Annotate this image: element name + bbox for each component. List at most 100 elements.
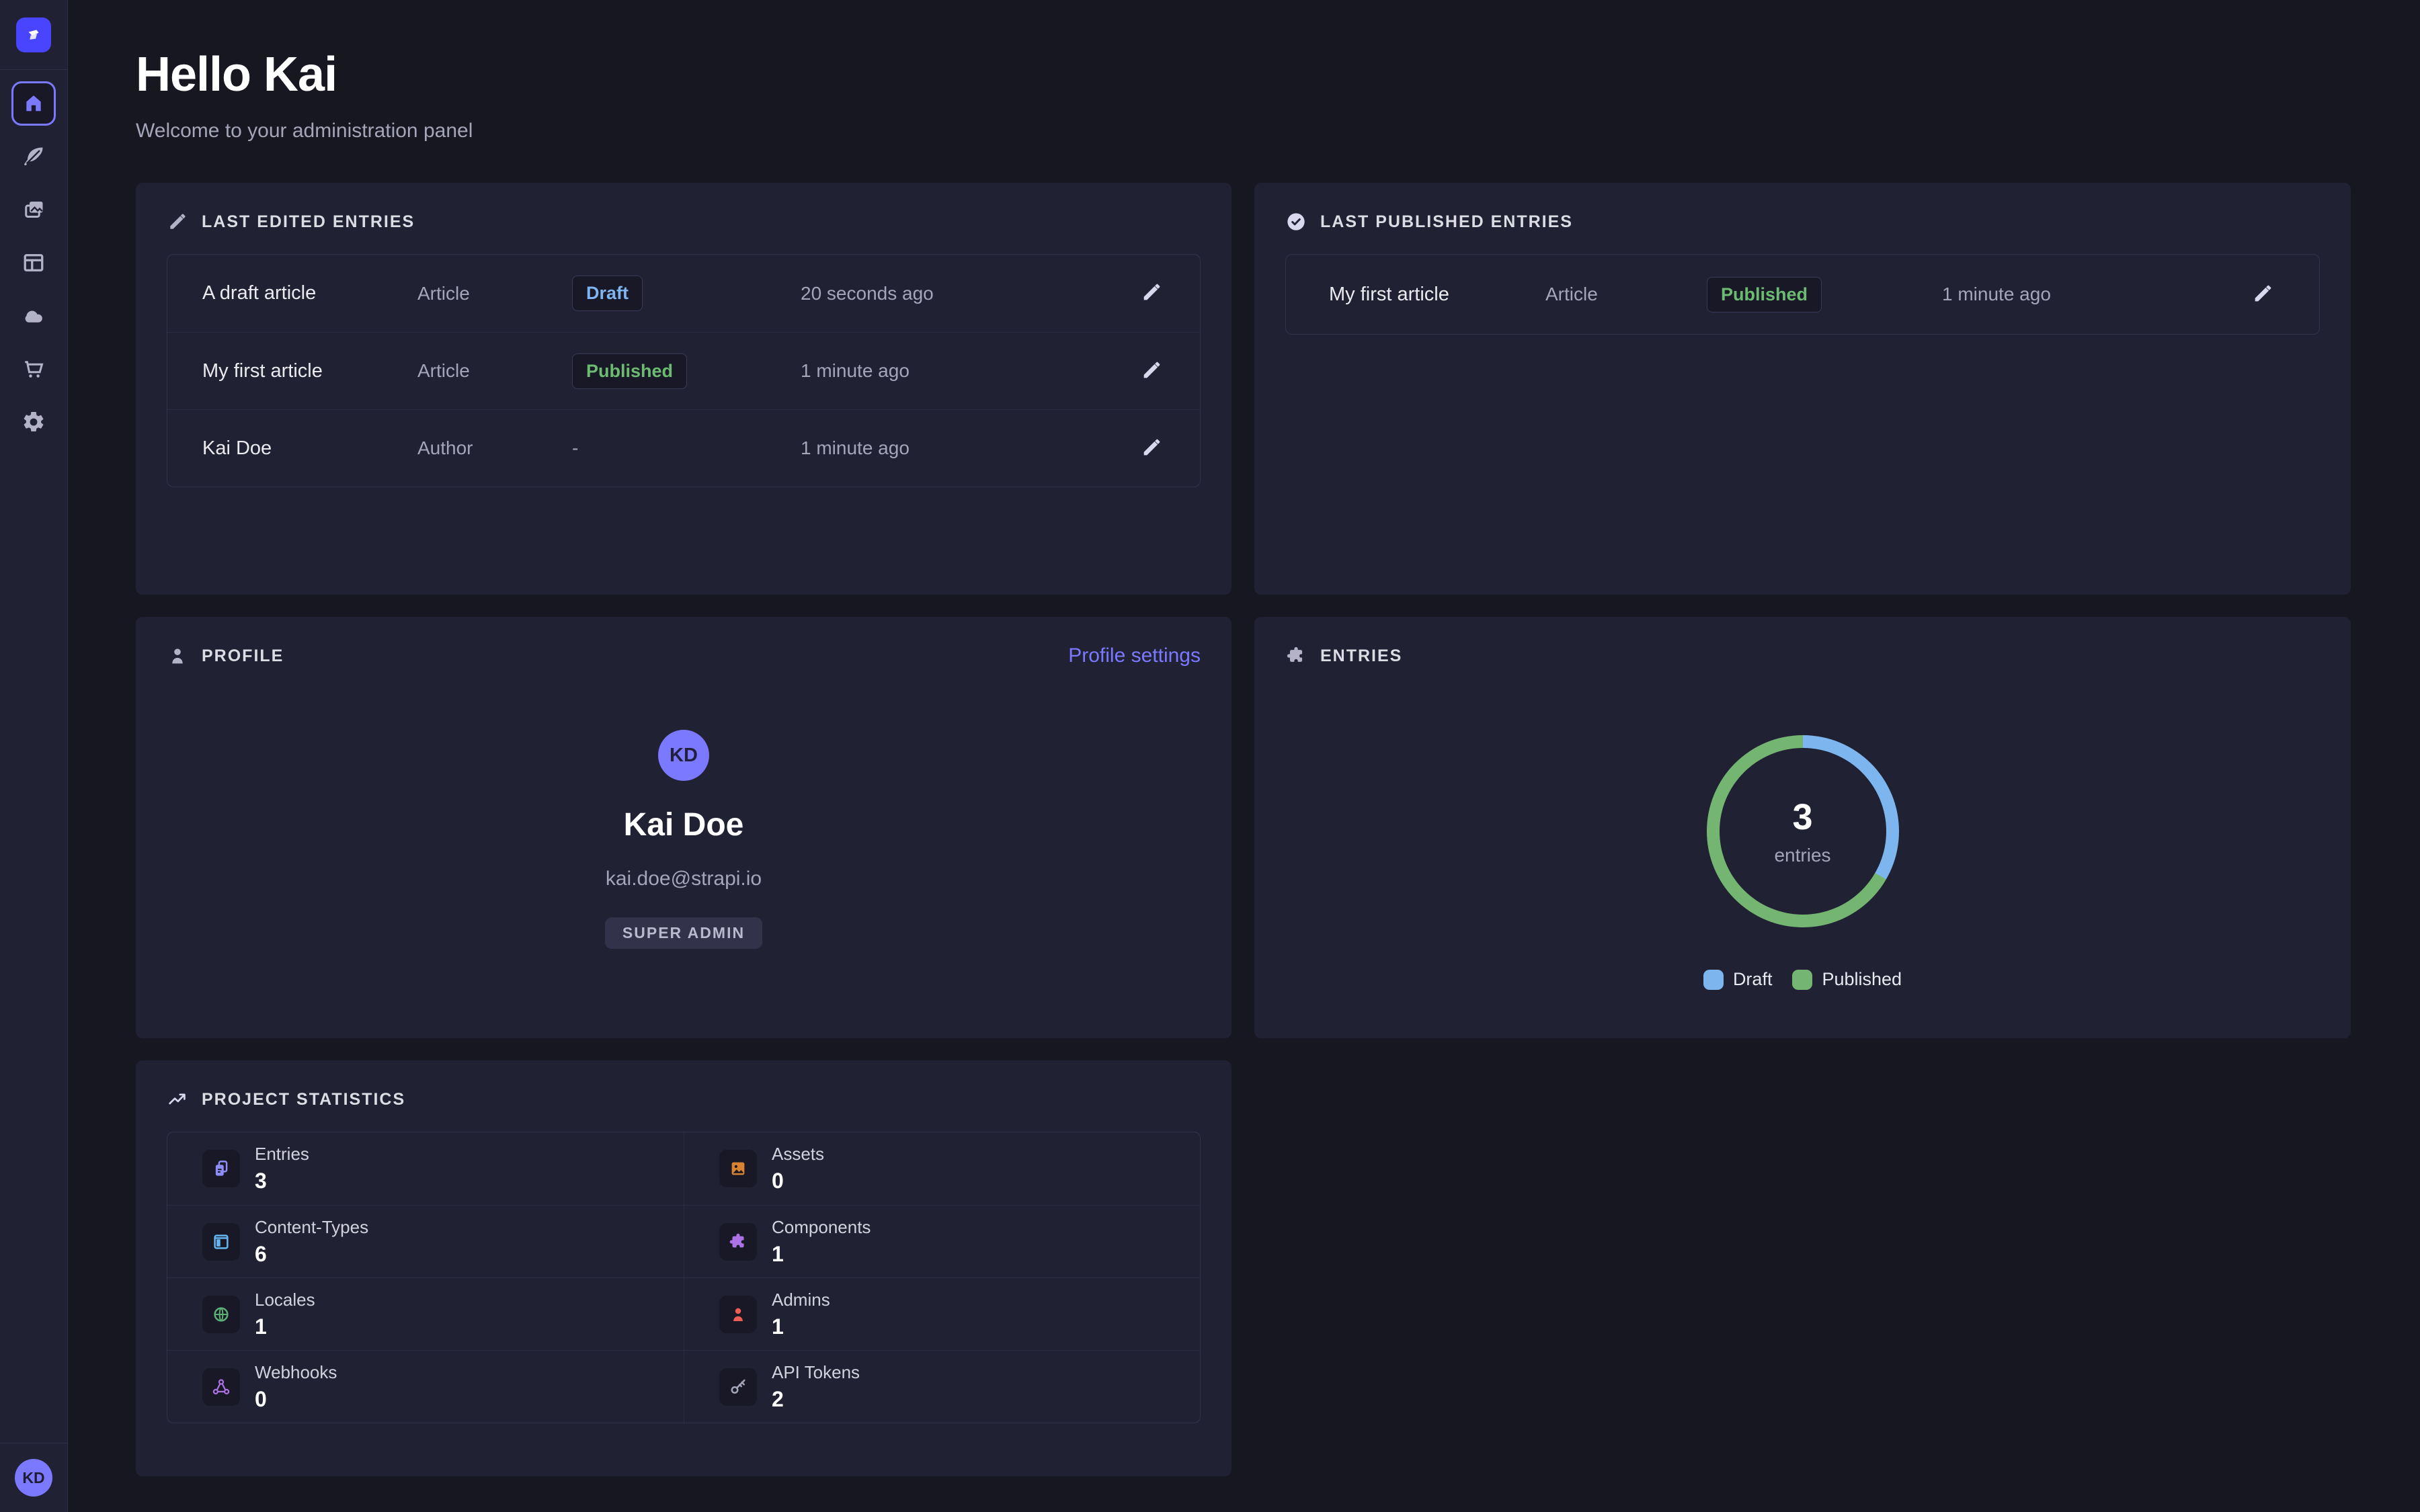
sidebar: KD — [0, 0, 68, 1512]
stats-grid: Entries 3 Assets — [167, 1132, 1201, 1423]
cart-icon — [22, 357, 46, 381]
entry-type: Article — [1545, 284, 1707, 305]
sidebar-item-home[interactable] — [0, 77, 68, 130]
donut-value: 3 — [1792, 796, 1812, 838]
puzzle-icon — [719, 1223, 757, 1261]
donut-center: 3 entries — [1707, 735, 1899, 927]
entry-time: 1 minute ago — [801, 360, 1083, 382]
entries-donut: 3 entries — [1707, 735, 1899, 927]
edit-entry-button[interactable] — [1138, 435, 1165, 462]
sidebar-item-marketplace[interactable] — [0, 342, 68, 395]
legend-label: Draft — [1733, 969, 1773, 990]
stat-label: Assets — [772, 1144, 824, 1165]
legend-label: Published — [1822, 969, 1902, 990]
project-statistics-header: PROJECT STATISTICS — [167, 1087, 1201, 1111]
sidebar-item-content-manager[interactable] — [0, 130, 68, 183]
check-circle-icon — [1285, 211, 1307, 233]
stat-api-tokens: API Tokens 2 — [684, 1350, 1200, 1423]
last-published-entries-card: LAST PUBLISHED ENTRIES My first article … — [1254, 183, 2351, 595]
image-icon — [719, 1150, 757, 1187]
stat-value: 3 — [255, 1169, 309, 1193]
card-title: ENTRIES — [1320, 646, 1402, 666]
card-title: LAST PUBLISHED ENTRIES — [1320, 212, 1573, 232]
stat-components: Components 1 — [684, 1205, 1200, 1277]
sidebar-footer: KD — [0, 1443, 67, 1512]
stat-content-types: Content-Types 6 — [167, 1205, 684, 1277]
entry-name: Kai Doe — [202, 437, 417, 460]
card-title: PROJECT STATISTICS — [202, 1090, 405, 1109]
role-badge: SUPER ADMIN — [605, 917, 762, 949]
app-root: KD Hello Kai Welcome to your administrat… — [0, 0, 2420, 1512]
gear-icon — [22, 410, 46, 434]
status-badge-published: Published — [1707, 277, 1822, 312]
stat-admins: Admins 1 — [684, 1277, 1200, 1350]
profile-body: KD Kai Doe kai.doe@strapi.io SUPER ADMIN — [167, 730, 1201, 949]
pencil-icon — [167, 211, 188, 233]
layout-icon — [22, 251, 46, 275]
sidebar-nav — [0, 70, 68, 448]
edit-entry-button[interactable] — [2249, 281, 2276, 308]
stat-value: 2 — [772, 1387, 860, 1412]
stat-value: 6 — [255, 1242, 368, 1267]
cloud-icon — [22, 304, 46, 328]
entry-name: My first article — [1329, 284, 1545, 306]
strapi-logo-icon — [24, 25, 44, 45]
strapi-logo[interactable] — [16, 17, 51, 52]
pencil-icon — [1140, 359, 1163, 382]
pencil-icon — [1140, 436, 1163, 459]
pictures-icon — [22, 198, 46, 222]
edit-entry-button[interactable] — [1138, 358, 1165, 384]
profile-name: Kai Doe — [624, 806, 744, 843]
layout-icon — [202, 1223, 240, 1261]
cards-grid: LAST EDITED ENTRIES A draft article Arti… — [136, 183, 2351, 1476]
last-edited-table: A draft article Article Draft 20 seconds… — [167, 254, 1201, 487]
stat-label: API Tokens — [772, 1362, 860, 1383]
user-avatar[interactable]: KD — [15, 1459, 52, 1497]
legend-item-published: Published — [1792, 969, 1902, 990]
donut-label: entries — [1774, 845, 1830, 866]
chart-legend: Draft Published — [1703, 969, 1902, 990]
entry-time: 1 minute ago — [801, 437, 1083, 459]
table-row: Kai Doe Author - 1 minute ago — [167, 409, 1200, 487]
entries-chart-card: ENTRIES 3 entries Draft — [1254, 617, 2351, 1038]
sidebar-item-media-library[interactable] — [0, 183, 68, 236]
documents-icon — [202, 1150, 240, 1187]
status-badge-published: Published — [572, 353, 687, 389]
sidebar-item-content-type-builder[interactable] — [0, 236, 68, 289]
stat-label: Locales — [255, 1290, 315, 1310]
trend-up-icon — [167, 1089, 188, 1110]
key-icon — [719, 1368, 757, 1406]
legend-swatch-published — [1792, 970, 1812, 990]
stat-value: 0 — [772, 1169, 824, 1193]
stat-value: 1 — [772, 1242, 871, 1267]
profile-settings-link[interactable]: Profile settings — [1068, 644, 1201, 667]
profile-avatar: KD — [658, 730, 709, 781]
table-row: My first article Article Published 1 min… — [167, 332, 1200, 409]
logo-zone — [0, 0, 67, 70]
stat-entries: Entries 3 — [167, 1132, 684, 1205]
table-row: A draft article Article Draft 20 seconds… — [167, 255, 1200, 332]
stat-label: Components — [772, 1217, 871, 1238]
sidebar-item-cloud[interactable] — [0, 289, 68, 342]
entries-chart-body: 3 entries Draft Published — [1285, 668, 2320, 990]
entry-status-empty: - — [572, 437, 801, 459]
entry-name: A draft article — [202, 282, 417, 304]
profile-card: PROFILE Profile settings KD Kai Doe kai.… — [136, 617, 1232, 1038]
stat-assets: Assets 0 — [684, 1132, 1200, 1205]
entry-type: Author — [417, 437, 572, 459]
stat-value: 1 — [772, 1314, 830, 1339]
stat-locales: Locales 1 — [167, 1277, 684, 1350]
profile-email: kai.doe@strapi.io — [606, 868, 762, 890]
sidebar-item-settings[interactable] — [0, 395, 68, 448]
page-title: Hello Kai — [136, 47, 2351, 102]
edit-entry-button[interactable] — [1138, 280, 1165, 307]
feather-icon — [22, 144, 46, 169]
home-icon — [11, 81, 56, 126]
person-icon — [719, 1296, 757, 1333]
stat-label: Webhooks — [255, 1362, 337, 1383]
person-icon — [167, 645, 188, 667]
entry-type: Article — [417, 360, 572, 382]
puzzle-icon — [1285, 645, 1307, 667]
project-statistics-card: PROJECT STATISTICS Entries — [136, 1060, 1232, 1476]
status-badge-draft: Draft — [572, 276, 643, 311]
